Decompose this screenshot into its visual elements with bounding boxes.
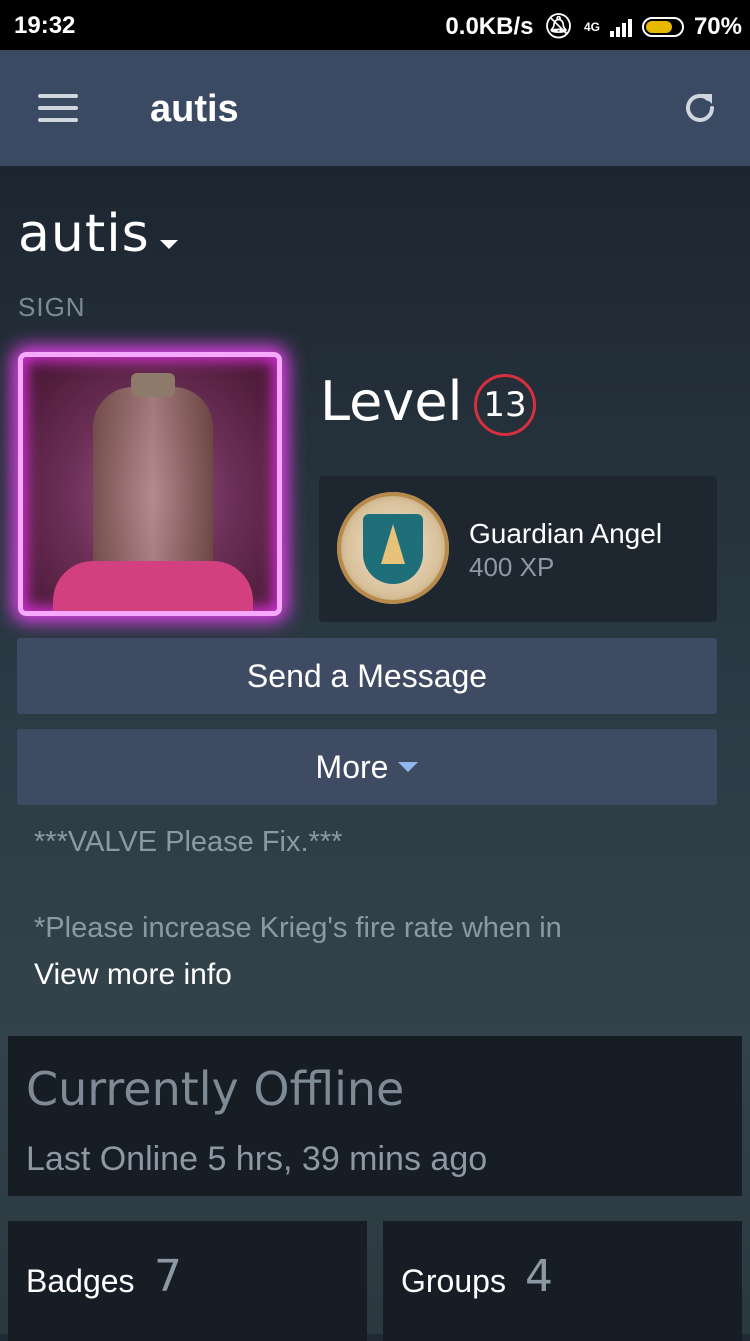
groups-label: Groups bbox=[401, 1263, 506, 1299]
online-status-panel: Currently Offline Last Online 5 hrs, 39 … bbox=[8, 1036, 742, 1196]
signal-icon bbox=[609, 17, 632, 37]
groups-count: 4 bbox=[525, 1251, 553, 1302]
system-status-bar: 19:32 0.0KB/s 🔕︎ 4G 70% bbox=[0, 0, 750, 50]
view-more-info-link[interactable]: View more info bbox=[34, 958, 232, 992]
profile-page: autis SIGN Level 13 Guardian Angel 400 X… bbox=[0, 166, 750, 1341]
more-label: More bbox=[315, 748, 389, 785]
avatar[interactable] bbox=[18, 352, 282, 616]
badge-name: Guardian Angel bbox=[469, 518, 663, 549]
badge-xp: 400 XP bbox=[469, 552, 555, 582]
profile-username[interactable]: autis bbox=[18, 204, 150, 264]
profile-summary-line-2: *Please increase Krieg's fire rate when … bbox=[34, 912, 562, 944]
badges-card[interactable]: Badges 7 bbox=[8, 1221, 367, 1341]
level-label: Level bbox=[320, 370, 463, 433]
level-badge: 13 bbox=[474, 374, 536, 436]
network-speed: 0.0KB/s bbox=[445, 12, 534, 40]
guardian-angel-badge-icon bbox=[337, 492, 449, 604]
send-message-button[interactable]: Send a Message bbox=[17, 638, 717, 714]
last-online: Last Online 5 hrs, 39 mins ago bbox=[26, 1140, 488, 1178]
profile-summary-line-1: ***VALVE Please Fix.*** bbox=[34, 826, 343, 858]
badges-label: Badges bbox=[26, 1263, 135, 1299]
refresh-icon[interactable] bbox=[680, 88, 720, 128]
username-dropdown-icon[interactable] bbox=[160, 240, 178, 249]
battery-percent: 70% bbox=[693, 12, 742, 40]
groups-card[interactable]: Groups 4 bbox=[383, 1221, 742, 1341]
battery-icon bbox=[641, 16, 684, 37]
badges-count: 7 bbox=[154, 1251, 182, 1302]
status-title: Currently Offline bbox=[26, 1062, 405, 1116]
featured-badge-card[interactable]: Guardian Angel 400 XP bbox=[319, 476, 717, 622]
network-type: 4G bbox=[583, 19, 600, 34]
status-icons: 0.0KB/s 🔕︎ 4G 70% bbox=[445, 12, 742, 41]
send-message-label: Send a Message bbox=[246, 657, 488, 694]
mute-bell-icon: 🔕︎ bbox=[543, 13, 574, 40]
profile-subtitle: SIGN bbox=[18, 292, 86, 322]
more-button[interactable]: More bbox=[17, 729, 717, 805]
app-bar-title: autis bbox=[150, 88, 239, 130]
clock: 19:32 bbox=[14, 12, 76, 39]
app-bar: autis bbox=[0, 50, 750, 166]
hamburger-menu-icon[interactable] bbox=[38, 94, 78, 122]
caret-down-icon bbox=[398, 762, 419, 772]
